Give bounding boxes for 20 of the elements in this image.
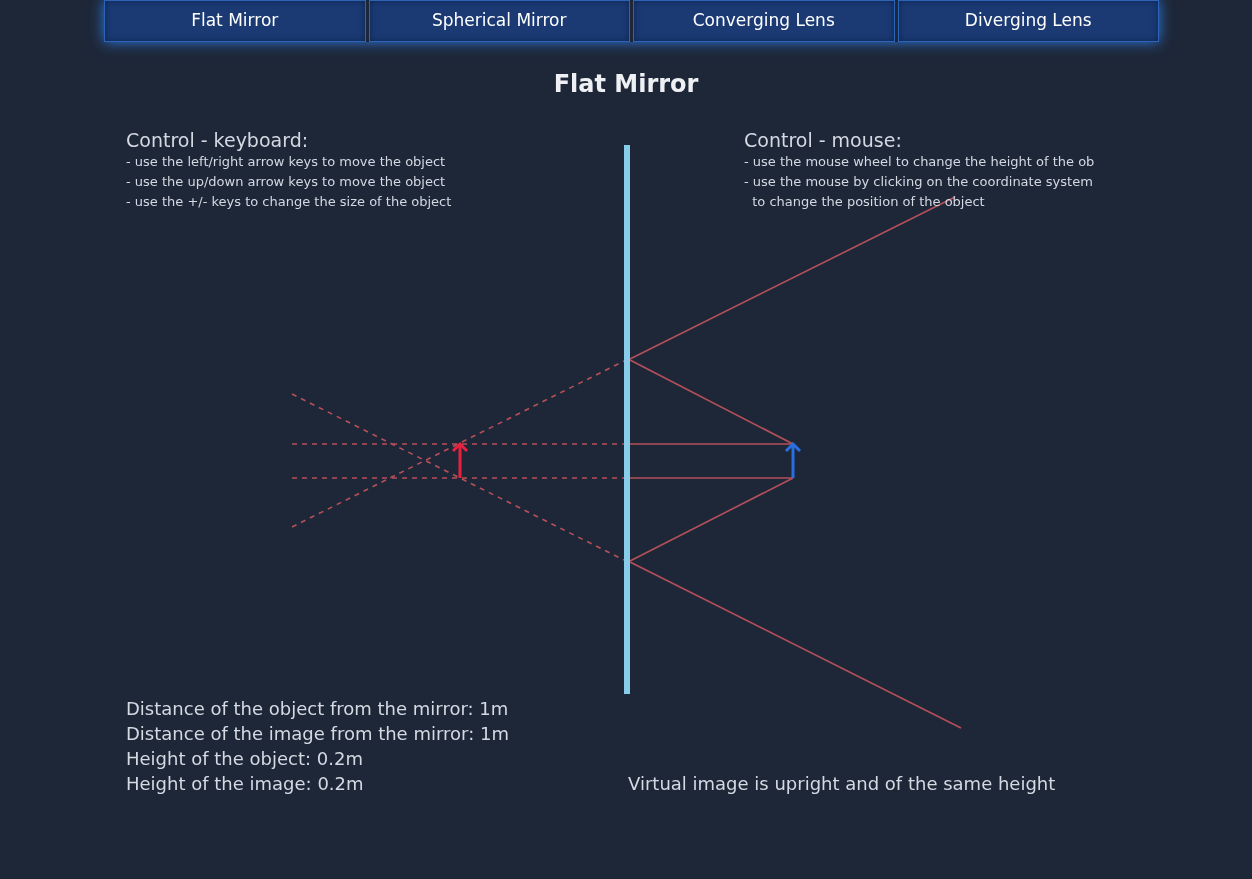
control-hint: - use the +/- keys to change the size of the object bbox=[126, 193, 453, 211]
tab[interactable]: Diverging Lens bbox=[897, 0, 1159, 42]
control-hint: - use the mouse wheel to change the height of the ob bbox=[744, 153, 1095, 171]
control-hint: - use the left/right arrow keys to move the object bbox=[126, 153, 447, 171]
image-arrow bbox=[451, 441, 469, 478]
object-arrow bbox=[784, 441, 802, 478]
measurement: Height of the image: 0.2m bbox=[126, 772, 365, 796]
page-title: Flat Mirror bbox=[553, 69, 699, 100]
image-description: Virtual image is upright and of the same height bbox=[628, 772, 1056, 796]
control-hint: - use the up/down arrow keys to move the object bbox=[126, 173, 447, 191]
measurement: Height of the object: 0.2m bbox=[126, 747, 364, 771]
controls-heading: Control - mouse: bbox=[744, 128, 903, 152]
tab[interactable]: Spherical Mirror bbox=[368, 0, 630, 42]
measurement: Distance of the object from the mirror: 1m bbox=[126, 697, 510, 721]
tab[interactable]: Flat Mirror bbox=[104, 0, 366, 42]
control-hint: to change the position of the object bbox=[751, 193, 986, 211]
tab[interactable]: Converging Lens bbox=[633, 0, 895, 42]
control-hint: - use the mouse by clicking on the coordinate system bbox=[744, 173, 1094, 191]
controls-heading: Control - keyboard: bbox=[126, 128, 310, 152]
measurement: Distance of the image from the mirror: 1m bbox=[126, 722, 510, 746]
